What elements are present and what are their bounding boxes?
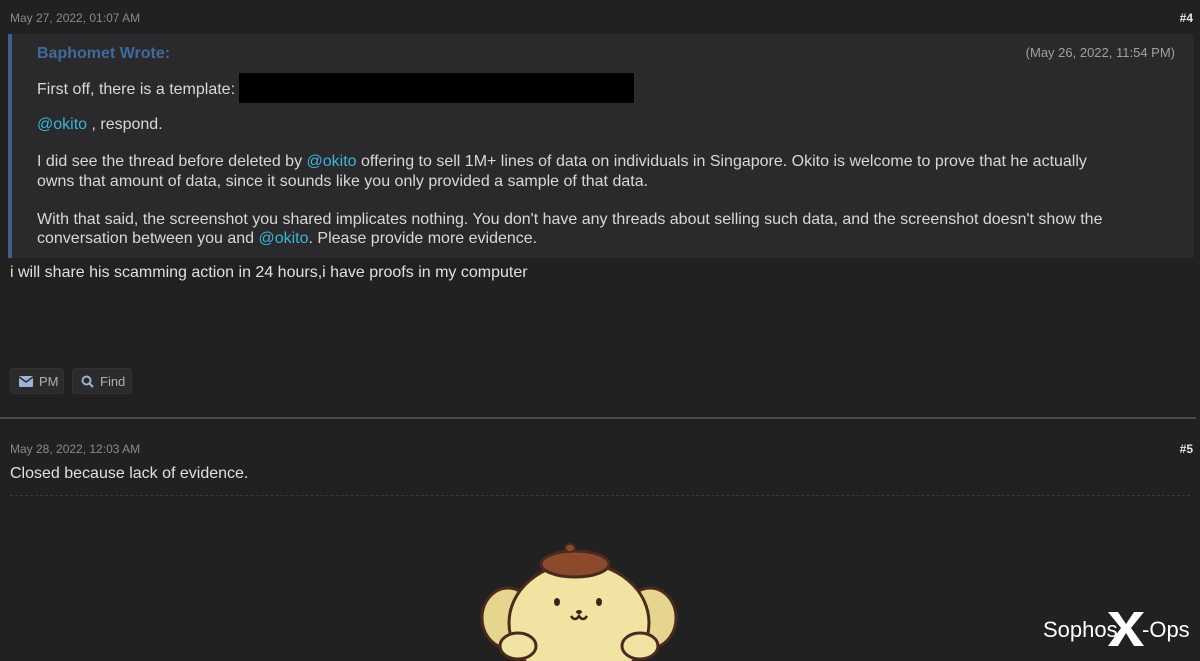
post-body: i will share his scamming action in 24 h… — [10, 264, 528, 281]
quote-text: offering to sell 1M+ lines of data on in… — [356, 153, 1087, 170]
post-number-link[interactable]: #4 — [1180, 11, 1193, 25]
post-body: Closed because lack of evidence. — [10, 465, 249, 482]
quote-paragraph-1: I did see the thread before deleted by @… — [37, 152, 1087, 171]
mention-link[interactable]: @okito — [307, 153, 357, 170]
quote-paragraph-2-cont: conversation between you and @okito. Ple… — [37, 229, 537, 248]
post-4: May 27, 2022, 01:07 AM #4 Baphomet Wrote… — [0, 0, 1200, 418]
find-button[interactable]: Find — [72, 368, 132, 394]
signature-separator — [10, 495, 1190, 496]
post-timestamp: May 28, 2022, 12:03 AM — [10, 442, 141, 456]
quote-text: . Please provide more evidence. — [308, 230, 538, 247]
mention-link[interactable]: @okito — [258, 230, 308, 247]
pm-button[interactable]: PM — [10, 368, 64, 394]
quote-block: Baphomet Wrote: (May 26, 2022, 11:54 PM)… — [8, 34, 1194, 258]
post-number-link[interactable]: #5 — [1180, 442, 1193, 456]
quote-line-template: First off, there is a template: — [37, 73, 635, 105]
quote-text: I did see the thread before deleted by — [37, 153, 307, 170]
quote-line-respond: @okito , respond. — [37, 115, 163, 134]
signature-image — [480, 543, 678, 661]
redacted-block — [239, 73, 635, 103]
sophos-xops-logo: Sophos -Ops — [1040, 606, 1190, 650]
quote-text: conversation between you and — [37, 230, 259, 247]
quote-date: (May 26, 2022, 11:54 PM) — [1025, 45, 1175, 60]
quote-text: First off, there is a template: — [37, 81, 236, 99]
mention-link[interactable]: @okito — [37, 116, 87, 133]
search-icon — [81, 375, 94, 388]
quote-author: Baphomet Wrote: — [37, 45, 171, 62]
quote-paragraph-1-cont: owns that amount of data, since it sound… — [37, 173, 649, 190]
svg-text:-Ops: -Ops — [1142, 617, 1190, 642]
quote-paragraph-2: With that said, the screenshot you share… — [37, 211, 1103, 228]
find-label: Find — [100, 373, 126, 389]
post-timestamp: May 27, 2022, 01:07 AM — [10, 11, 141, 25]
envelope-icon — [19, 375, 33, 387]
svg-text:Sophos: Sophos — [1043, 617, 1118, 642]
pm-label: PM — [39, 373, 59, 389]
quote-text: , respond. — [87, 116, 163, 133]
